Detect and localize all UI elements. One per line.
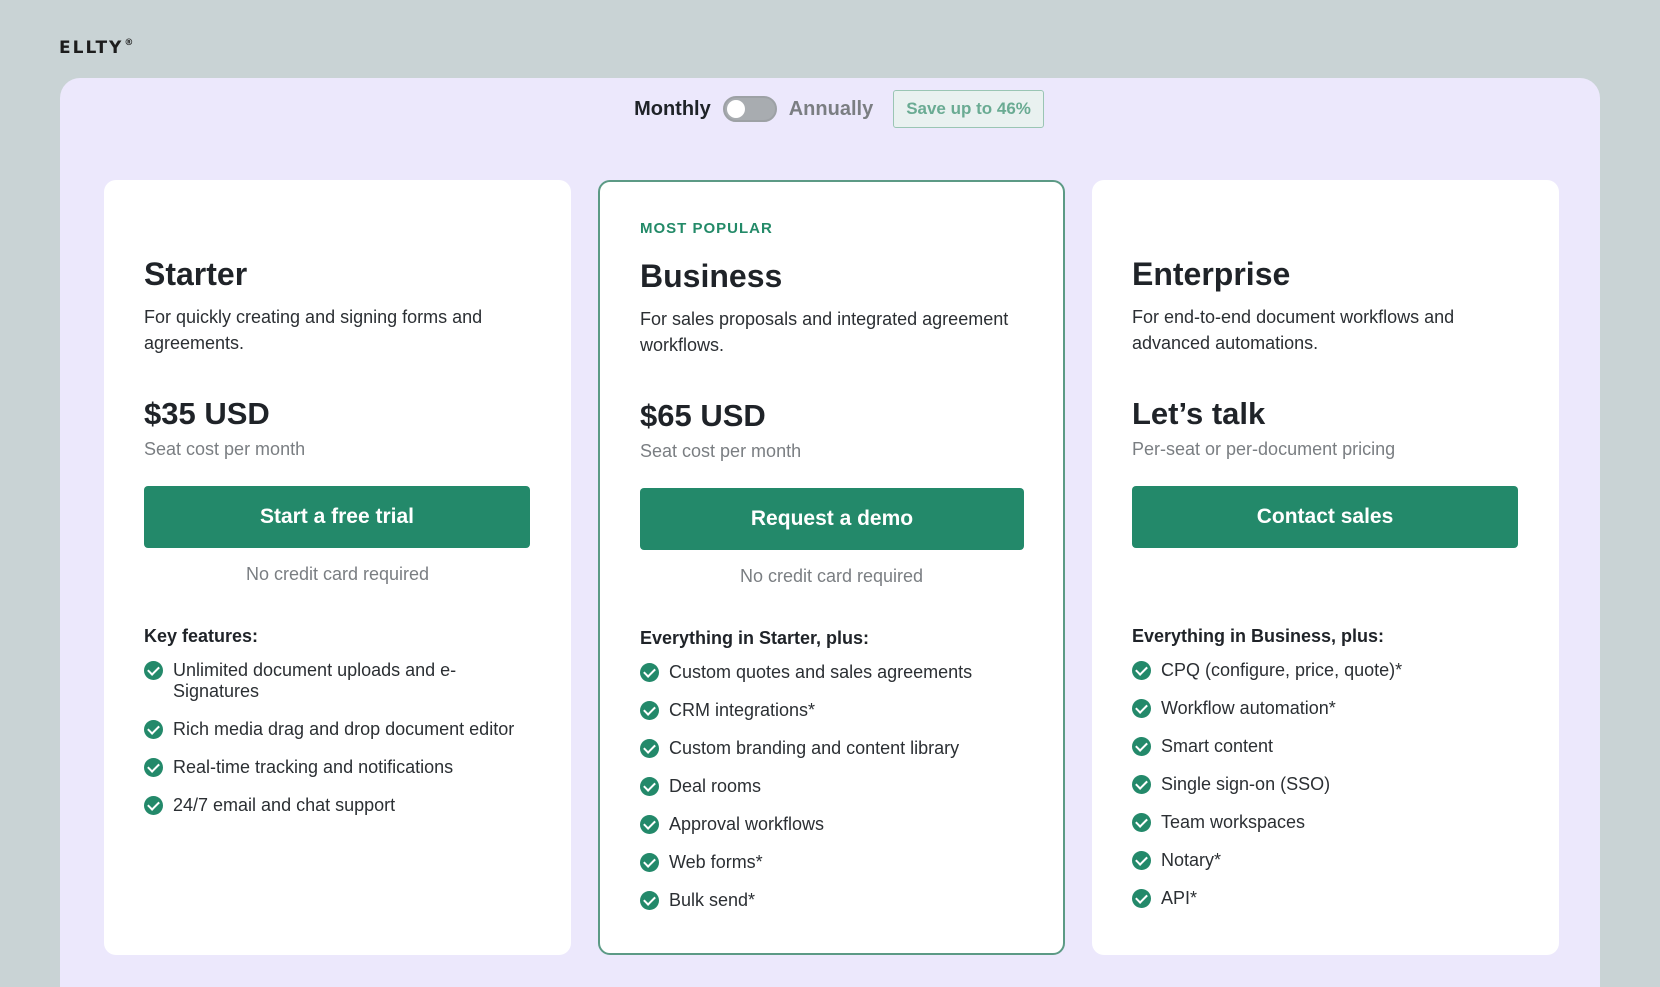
check-circle-icon (144, 720, 163, 739)
feature-item: Single sign-on (SSO) (1132, 774, 1522, 795)
feature-item: Web forms* (640, 852, 1030, 873)
registered-mark: ® (124, 38, 136, 48)
brand-logo[interactable]: ELLTY® (59, 38, 135, 58)
switch-knob (726, 100, 745, 118)
check-circle-icon (1132, 775, 1151, 794)
brand-logo-text: ELLTY (59, 38, 124, 58)
plan-name: Business (640, 258, 783, 294)
feature-item: Smart content (1132, 736, 1522, 757)
check-circle-icon (144, 661, 163, 680)
features-heading: Everything in Business, plus: (1132, 626, 1385, 646)
feature-text: API* (1161, 888, 1198, 908)
check-circle-icon (640, 777, 659, 796)
check-circle-icon (640, 853, 659, 872)
features-heading: Key features: (144, 626, 259, 646)
plan-price: $35 USD (144, 396, 270, 431)
check-circle-icon (640, 815, 659, 834)
feature-item: 24/7 email and chat support (144, 795, 534, 816)
plan-description: For quickly creating and signing forms a… (144, 307, 483, 353)
feature-item: CPQ (configure, price, quote)* (1132, 660, 1522, 681)
plan-price-note: Per-seat or per-document pricing (1132, 439, 1396, 459)
feature-text: Real-time tracking and notifications (173, 757, 454, 777)
feature-item: Rich media drag and drop document editor (144, 719, 534, 740)
check-circle-icon (640, 891, 659, 910)
feature-text: Deal rooms (669, 776, 762, 796)
feature-text: CRM integrations* (669, 700, 816, 720)
save-badge: Save up to 46% (893, 90, 1044, 128)
feature-item: Team workspaces (1132, 812, 1522, 833)
plan-description: For end-to-end document workflows and ad… (1132, 307, 1455, 353)
feature-item: Bulk send* (640, 890, 1030, 911)
check-circle-icon (640, 663, 659, 682)
feature-item: Approval workflows (640, 814, 1030, 835)
feature-item: Real-time tracking and notifications (144, 757, 534, 778)
check-circle-icon (144, 796, 163, 815)
check-circle-icon (1132, 699, 1151, 718)
feature-text: Unlimited document uploads and e-Signatu… (173, 660, 457, 701)
feature-text: Custom branding and content library (669, 738, 960, 758)
plan-price: $65 USD (640, 398, 766, 433)
plan-name: Starter (144, 256, 248, 292)
billing-monthly-label[interactable]: Monthly (634, 98, 711, 121)
feature-list: CPQ (configure, price, quote)* Workflow … (1132, 660, 1522, 926)
feature-item: Custom branding and content library (640, 738, 1030, 759)
feature-text: Bulk send* (669, 890, 756, 910)
feature-list: Custom quotes and sales agreements CRM i… (640, 662, 1030, 928)
feature-text: Smart content (1161, 736, 1274, 756)
check-circle-icon (1132, 851, 1151, 870)
feature-text: 24/7 email and chat support (173, 795, 396, 815)
feature-text: Team workspaces (1161, 812, 1306, 832)
feature-text: CPQ (configure, price, quote)* (1161, 660, 1403, 680)
check-circle-icon (1132, 737, 1151, 756)
feature-list: Unlimited document uploads and e-Signatu… (144, 660, 534, 833)
feature-item: Deal rooms (640, 776, 1030, 797)
billing-period-switch[interactable] (722, 96, 777, 122)
check-circle-icon (1132, 889, 1151, 908)
feature-item: API* (1132, 888, 1522, 909)
billing-annually-label[interactable]: Annually (789, 98, 873, 121)
feature-item: Custom quotes and sales agreements (640, 662, 1030, 683)
most-popular-label: MOST POPULAR (640, 220, 773, 237)
cta-note: No credit card required (245, 564, 430, 584)
feature-item: Workflow automation* (1132, 698, 1522, 719)
pricing-panel: Monthly Annually Save up to 46% Starter … (60, 78, 1600, 987)
feature-item: Unlimited document uploads and e-Signatu… (144, 660, 534, 702)
request-demo-button[interactable]: Request a demo (640, 488, 1024, 550)
feature-text: Web forms* (669, 852, 763, 872)
features-heading: Everything in Starter, plus: (640, 628, 870, 648)
billing-toggle-row: Monthly Annually Save up to 46% (60, 90, 1600, 128)
feature-text: Custom quotes and sales agreements (669, 662, 973, 682)
cta-note: No credit card required (739, 566, 924, 586)
plan-card-enterprise: Enterprise For end-to-end document workf… (1092, 180, 1559, 955)
feature-item: CRM integrations* (640, 700, 1030, 721)
plan-card-starter: Starter For quickly creating and signing… (104, 180, 571, 955)
check-circle-icon (640, 701, 659, 720)
feature-text: Single sign-on (SSO) (1161, 774, 1331, 794)
check-circle-icon (1132, 813, 1151, 832)
feature-text: Notary* (1161, 850, 1222, 870)
contact-sales-button[interactable]: Contact sales (1132, 486, 1518, 548)
feature-text: Approval workflows (669, 814, 825, 834)
feature-text: Workflow automation* (1161, 698, 1336, 718)
check-circle-icon (1132, 661, 1151, 680)
plan-price: Let’s talk (1132, 396, 1266, 431)
check-circle-icon (640, 739, 659, 758)
plan-name: Enterprise (1132, 256, 1291, 292)
check-circle-icon (144, 758, 163, 777)
plan-card-business: MOST POPULAR Business For sales proposal… (598, 180, 1065, 955)
plan-price-note: Seat cost per month (640, 441, 802, 461)
plan-price-note: Seat cost per month (144, 439, 306, 459)
plan-description: For sales proposals and integrated agree… (640, 309, 1009, 355)
feature-text: Rich media drag and drop document editor (173, 719, 515, 739)
start-free-trial-button[interactable]: Start a free trial (144, 486, 530, 548)
feature-item: Notary* (1132, 850, 1522, 871)
